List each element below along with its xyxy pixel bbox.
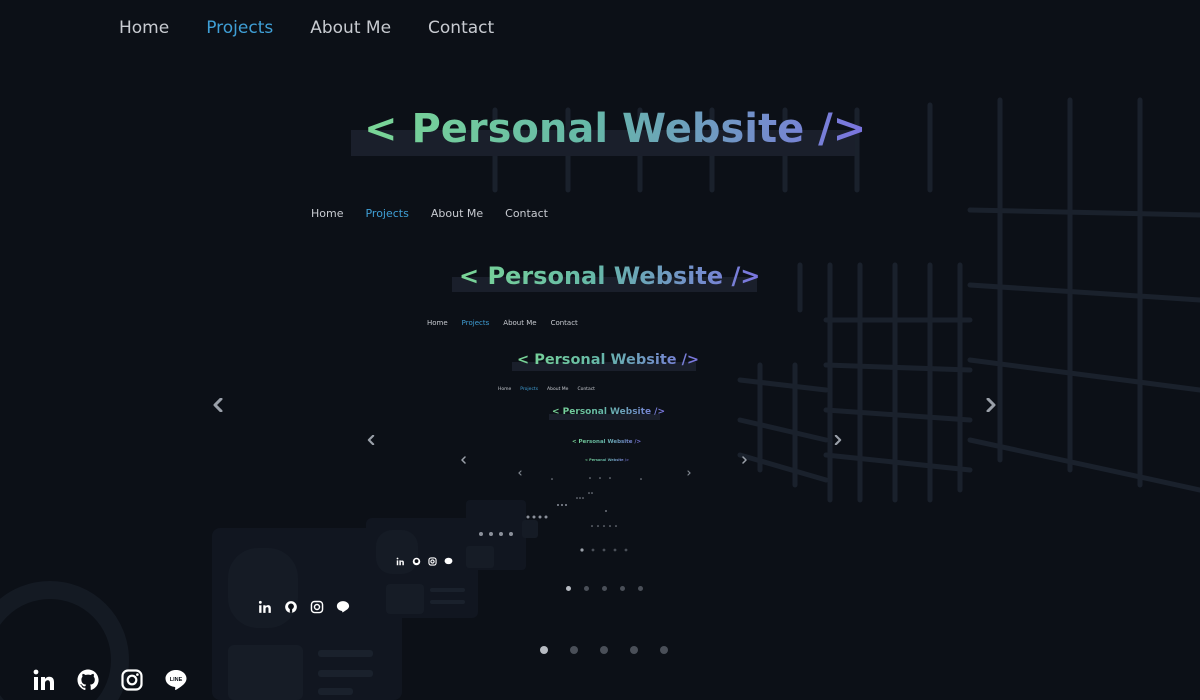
preview-dot [638, 586, 643, 591]
preview-social-links [258, 600, 350, 614]
line-icon [444, 557, 453, 566]
carousel-dot-3[interactable] [600, 646, 608, 654]
preview-next-arrow [833, 435, 843, 445]
linkedin-icon [258, 600, 272, 614]
preview-carousel-dots [566, 586, 643, 591]
recursive-preview-specks [479, 470, 691, 552]
carousel-dot-1[interactable] [540, 646, 548, 654]
preview-prev-arrow [366, 435, 376, 445]
preview-dot [584, 586, 589, 591]
carousel-dot-2[interactable] [570, 646, 578, 654]
instagram-icon [310, 600, 324, 614]
instagram-icon[interactable] [120, 668, 144, 692]
social-links: LINE [32, 668, 188, 692]
preview2-prev-arrow [460, 456, 467, 464]
github-icon [284, 600, 298, 614]
carousel-next-button[interactable] [984, 398, 998, 412]
chevron-right-icon [742, 456, 747, 464]
preview2-next-arrow [741, 456, 748, 464]
chevron-left-icon [367, 435, 375, 445]
line-icon[interactable]: LINE [164, 668, 188, 692]
carousel-dot-4[interactable] [630, 646, 638, 654]
preview2-social-links [396, 557, 453, 566]
svg-text:LINE: LINE [170, 677, 183, 683]
carousel-dots [540, 646, 668, 654]
chevron-left-icon [213, 398, 223, 412]
carousel-dot-5[interactable] [660, 646, 668, 654]
github-icon[interactable] [76, 668, 100, 692]
line-icon [336, 600, 350, 614]
carousel-prev-button[interactable] [211, 398, 225, 412]
github-icon [412, 557, 421, 566]
preview-dot [602, 586, 607, 591]
instagram-icon [428, 557, 437, 566]
chevron-right-icon [834, 435, 842, 445]
linkedin-icon[interactable] [32, 668, 56, 692]
linkedin-icon [396, 557, 405, 566]
preview-dot [620, 586, 625, 591]
chevron-right-icon [986, 398, 996, 412]
preview-dot [566, 586, 571, 591]
chevron-left-icon [461, 456, 466, 464]
